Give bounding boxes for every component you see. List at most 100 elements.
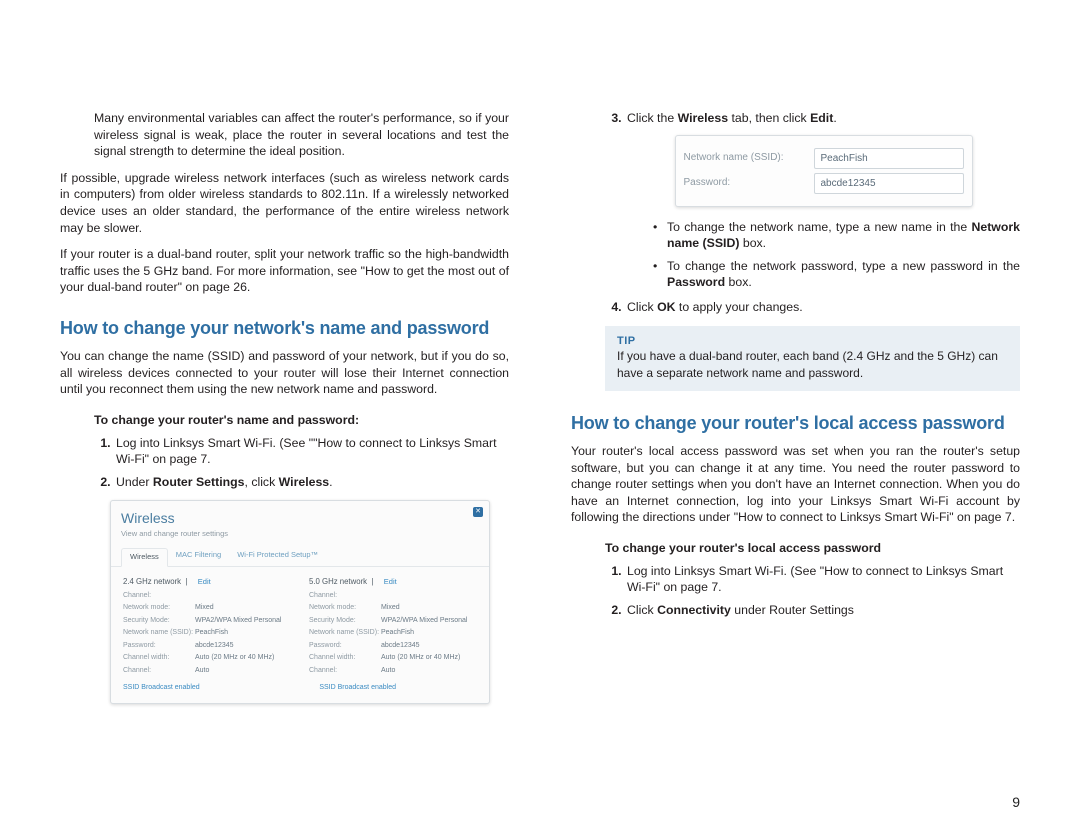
v: abcde12345 — [195, 641, 234, 650]
b1-post: box. — [739, 236, 766, 250]
v: abcde12345 — [381, 641, 420, 650]
b2-b: Password — [667, 275, 725, 289]
k: Network mode: — [123, 603, 195, 612]
step-3-b1: Wireless — [678, 111, 728, 125]
step-2-post: . — [329, 475, 332, 489]
step-2-mid: , click — [244, 475, 278, 489]
heading-local-access: How to change your router's local access… — [571, 411, 1020, 435]
row-50-1: Network mode:Mixed — [309, 603, 477, 612]
ssid-broadcast-left: SSID Broadcast enabled — [111, 683, 305, 696]
v: Mixed — [381, 603, 400, 612]
edit-link-50[interactable]: Edit — [384, 577, 397, 586]
step-3-mid: tab, then click — [728, 111, 810, 125]
paragraph-env: Many environmental variables can affect … — [94, 110, 509, 160]
steps-change-network: Log into Linksys Smart Wi-Fi. (See ""How… — [94, 435, 509, 491]
step-2-b1: Router Settings — [153, 475, 245, 489]
two-column-layout: Many environmental variables can affect … — [60, 110, 1020, 704]
v: WPA2/WPA Mixed Personal — [195, 616, 282, 625]
local-step-1: Log into Linksys Smart Wi-Fi. (See "How … — [625, 563, 1020, 596]
k: Channel width: — [123, 653, 195, 662]
step-2: Under Router Settings, click Wireless. — [114, 474, 509, 491]
row-24-6: Channel:Auto — [123, 666, 291, 675]
change-substeps: To change the network name, type a new n… — [653, 219, 1020, 291]
step-4: Click OK to apply your changes. — [625, 299, 1020, 316]
step-1-text: Log into Linksys Smart Wi-Fi. (See ""How… — [116, 436, 497, 467]
step-2-b2: Wireless — [279, 475, 329, 489]
row-50-6: Channel:Auto — [309, 666, 477, 675]
v: Auto (20 MHz or 40 MHz) — [195, 653, 274, 662]
page-number: 9 — [1012, 793, 1020, 812]
wireless-panel-subtitle: View and change router settings — [121, 529, 479, 539]
k: Channel: — [309, 666, 381, 675]
bullet-ssid: To change the network name, type a new n… — [653, 219, 1020, 252]
paragraph-local-intro: Your router's local access password was … — [571, 443, 1020, 526]
paragraph-dualband: If your router is a dual-band router, sp… — [60, 246, 509, 296]
b2-post: box. — [725, 275, 752, 289]
network-5ghz-header: 5.0 GHz network | Edit — [309, 577, 477, 588]
step-3-b2: Edit — [810, 111, 833, 125]
step-3-pre: Click the — [627, 111, 678, 125]
s4-post: to apply your changes. — [676, 300, 803, 314]
row-50-5: Channel width:Auto (20 MHz or 40 MHz) — [309, 653, 477, 662]
ssid-password-panel: Network name (SSID): Password: — [675, 135, 973, 207]
row-24-4: Password:abcde12345 — [123, 641, 291, 650]
steps-change-network-continued: Click the Wireless tab, then click Edit.… — [605, 110, 1020, 316]
steps-local-access: Log into Linksys Smart Wi-Fi. (See "How … — [605, 563, 1020, 619]
v: WPA2/WPA Mixed Personal — [381, 616, 468, 625]
procedure-title-change: To change your router's name and passwor… — [94, 412, 509, 429]
v: Mixed — [195, 603, 214, 612]
v: Auto (20 MHz or 40 MHz) — [381, 653, 460, 662]
s4-pre: Click — [627, 300, 657, 314]
wireless-panel-body: 2.4 GHz network | Edit Channel: Network … — [111, 567, 489, 683]
ssid-row: Network name (SSID): — [684, 148, 964, 169]
network-24ghz-header: 2.4 GHz network | Edit — [123, 577, 291, 588]
right-column: Click the Wireless tab, then click Edit.… — [571, 110, 1020, 704]
tab-wps[interactable]: Wi-Fi Protected Setup™ — [229, 547, 326, 565]
v: Auto — [381, 666, 395, 675]
row-24-0: Channel: — [123, 591, 291, 600]
tab-mac-filtering[interactable]: MAC Filtering — [168, 547, 229, 565]
paragraph-change-intro: You can change the name (SSID) and passw… — [60, 348, 509, 398]
paragraph-upgrade: If possible, upgrade wireless network in… — [60, 170, 509, 236]
password-row: Password: — [684, 173, 964, 194]
network-24ghz-label: 2.4 GHz network — [123, 577, 181, 586]
wireless-panel-tabs: Wireless MAC Filtering Wi-Fi Protected S… — [111, 541, 489, 566]
row-24-3: Network name (SSID):PeachFish — [123, 628, 291, 637]
wireless-panel-title: Wireless — [121, 509, 479, 528]
local-step-2: Click Connectivity under Router Settings — [625, 602, 1020, 619]
k: Network name (SSID): — [123, 628, 195, 637]
tab-wireless[interactable]: Wireless — [121, 548, 168, 566]
v: Auto — [195, 666, 209, 675]
k: Security Mode: — [123, 616, 195, 625]
row-50-3: Network name (SSID):PeachFish — [309, 628, 477, 637]
row-24-1: Network mode:Mixed — [123, 603, 291, 612]
tip-body: If you have a dual-band router, each ban… — [617, 348, 1008, 380]
wireless-settings-panel: Wireless View and change router settings… — [110, 500, 490, 703]
tip-label: TIP — [617, 334, 1008, 349]
page-container: Many environmental variables can affect … — [0, 0, 1080, 834]
network-5ghz-label: 5.0 GHz network — [309, 577, 367, 586]
ssid-input[interactable] — [814, 148, 964, 169]
password-input[interactable] — [814, 173, 964, 194]
k: Channel: — [309, 591, 381, 600]
k: Channel: — [123, 591, 195, 600]
s4-b: OK — [657, 300, 675, 314]
v: PeachFish — [381, 628, 414, 637]
edit-link-24[interactable]: Edit — [198, 577, 211, 586]
row-24-5: Channel width:Auto (20 MHz or 40 MHz) — [123, 653, 291, 662]
step-3: Click the Wireless tab, then click Edit.… — [625, 110, 1020, 291]
left-column: Many environmental variables can affect … — [60, 110, 509, 704]
ssid-label: Network name (SSID): — [684, 151, 814, 165]
row-24-2: Security Mode:WPA2/WPA Mixed Personal — [123, 616, 291, 625]
local-step-1-text: Log into Linksys Smart Wi-Fi. (See "How … — [627, 564, 1003, 595]
bullet-password: To change the network password, type a n… — [653, 258, 1020, 291]
ls2-b: Connectivity — [657, 603, 731, 617]
tip-box: TIP If you have a dual-band router, each… — [605, 326, 1020, 391]
row-50-4: Password:abcde12345 — [309, 641, 477, 650]
close-icon[interactable]: ✕ — [473, 507, 483, 517]
v: PeachFish — [195, 628, 228, 637]
network-24ghz: 2.4 GHz network | Edit Channel: Network … — [123, 577, 291, 679]
k: Network name (SSID): — [309, 628, 381, 637]
step-1: Log into Linksys Smart Wi-Fi. (See ""How… — [114, 435, 509, 468]
wireless-panel-header: Wireless View and change router settings… — [111, 501, 489, 541]
